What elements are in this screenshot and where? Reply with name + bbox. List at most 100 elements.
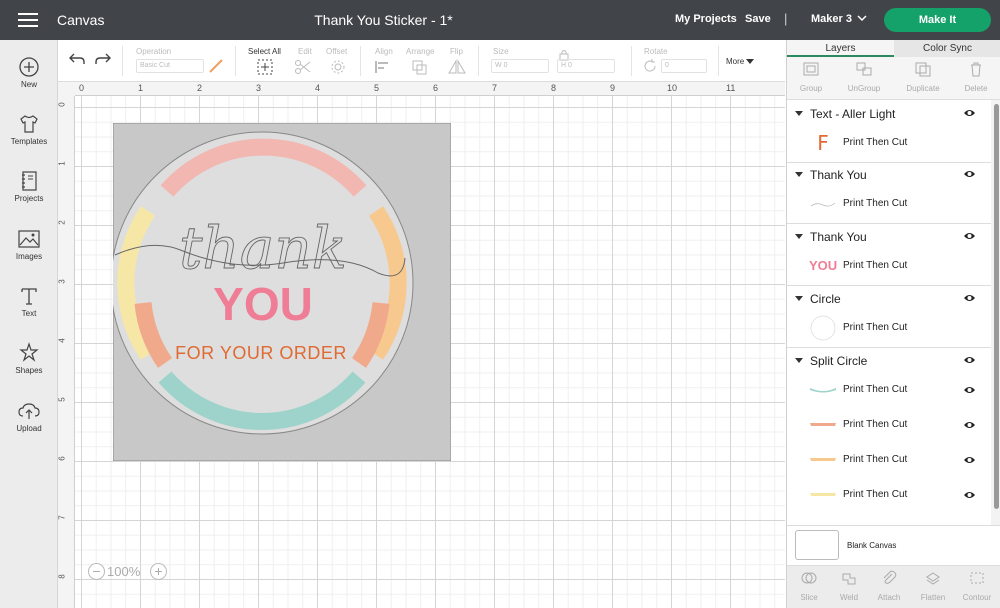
layer-group-thank-you-you[interactable]: Thank You xyxy=(787,225,991,249)
ruler-number: 7 xyxy=(492,83,498,93)
eye-icon[interactable] xyxy=(963,108,976,118)
layer-row[interactable]: YOU Print Then Cut xyxy=(787,249,991,283)
ruler-number: 0 xyxy=(79,83,85,93)
height-field[interactable]: H 0 xyxy=(557,59,615,73)
eye-icon[interactable] xyxy=(963,385,976,395)
duplicate-label: Duplicate xyxy=(906,84,940,93)
eye-icon[interactable] xyxy=(963,355,976,365)
layer-row[interactable]: Print Then Cut xyxy=(787,187,991,221)
sidebar-item-images[interactable]: Images xyxy=(0,228,58,278)
arrange-icon[interactable] xyxy=(411,59,431,75)
canvas-grid[interactable]: thank YOU FOR YOUR ORDER xyxy=(75,96,785,608)
you-text: YOU xyxy=(213,278,313,330)
layers-scrollbar[interactable] xyxy=(991,100,1000,525)
contour-button[interactable]: Contour xyxy=(955,570,999,602)
group-button[interactable]: Group xyxy=(789,61,833,93)
offset-icon[interactable] xyxy=(330,59,346,75)
flatten-button[interactable]: Flatten xyxy=(911,570,955,602)
duplicate-icon xyxy=(915,62,931,77)
eye-icon[interactable] xyxy=(963,169,976,179)
layer-row[interactable]: Print Then Cut xyxy=(787,478,991,512)
layer-operation-label: Print Then Cut xyxy=(843,384,908,395)
layer-group-thank-you-script[interactable]: Thank You xyxy=(787,163,991,187)
canvas-area[interactable]: 0 1 2 3 4 5 6 7 8 9 10 11 0 1 2 3 4 5 6 … xyxy=(58,82,785,608)
delete-button[interactable]: Delete xyxy=(954,61,998,93)
zoom-control: − 100% + xyxy=(88,562,168,582)
ungroup-button[interactable]: UnGroup xyxy=(842,61,886,93)
layer-row[interactable]: Print Then Cut xyxy=(787,311,991,345)
redo-icon[interactable] xyxy=(94,52,112,66)
sticker-design[interactable]: thank YOU FOR YOUR ORDER xyxy=(113,123,451,461)
sidebar-item-upload[interactable]: Upload xyxy=(0,400,58,450)
caret-down-icon[interactable] xyxy=(795,296,803,301)
weld-button[interactable]: Weld xyxy=(827,570,871,602)
make-it-button[interactable]: Make It xyxy=(884,8,991,32)
select-all-label: Select All xyxy=(248,47,281,56)
layer-list: Text - Aller Light F Print Then Cut Than… xyxy=(787,100,991,525)
blank-canvas-row[interactable]: Blank Canvas xyxy=(787,525,1000,565)
operation-select[interactable]: Basic Cut xyxy=(136,59,204,73)
caret-down-icon[interactable] xyxy=(795,234,803,239)
ruler-number: 2 xyxy=(197,83,203,93)
layer-row[interactable]: F Print Then Cut xyxy=(787,126,991,160)
eye-icon[interactable] xyxy=(963,420,976,430)
chevron-down-icon[interactable] xyxy=(857,13,867,23)
duplicate-button[interactable]: Duplicate xyxy=(901,61,945,93)
zoom-in-button[interactable]: + xyxy=(150,563,167,580)
caret-down-icon[interactable] xyxy=(746,59,754,65)
tab-color-sync[interactable]: Color Sync xyxy=(894,40,1000,57)
rotate-icon[interactable] xyxy=(643,59,657,73)
undo-icon[interactable] xyxy=(68,52,86,66)
weld-icon xyxy=(842,573,856,585)
eye-icon[interactable] xyxy=(963,293,976,303)
shirt-icon xyxy=(20,115,38,133)
rotate-field[interactable]: 0 xyxy=(661,59,707,73)
sidebar-item-projects[interactable]: Projects xyxy=(0,170,58,220)
layer-operation-label: Print Then Cut xyxy=(843,322,908,333)
attach-button[interactable]: Attach xyxy=(867,570,911,602)
machine-select[interactable]: Maker 3 xyxy=(811,13,852,25)
layer-row[interactable]: Print Then Cut xyxy=(787,373,991,407)
pen-color-icon[interactable] xyxy=(208,58,224,74)
sidebar-item-new[interactable]: New xyxy=(0,56,58,106)
align-label: Align xyxy=(375,47,393,56)
sidebar-item-templates[interactable]: Templates xyxy=(0,113,58,163)
sidebar-item-text[interactable]: Text xyxy=(0,285,58,335)
caret-down-icon[interactable] xyxy=(795,172,803,177)
flip-icon[interactable] xyxy=(447,59,467,75)
select-all-icon[interactable] xyxy=(257,59,273,75)
eye-icon[interactable] xyxy=(963,231,976,241)
document-title[interactable]: Thank You Sticker - 1* xyxy=(0,12,767,28)
more-button[interactable]: More xyxy=(726,57,744,66)
caret-down-icon[interactable] xyxy=(795,111,803,116)
width-field[interactable]: W 0 xyxy=(491,59,549,73)
ruler-number: 4 xyxy=(315,83,321,93)
sidebar-item-shapes[interactable]: Shapes xyxy=(0,342,58,392)
caret-down-icon[interactable] xyxy=(795,358,803,363)
height-value: 0 xyxy=(568,62,572,69)
app-window: Canvas Thank You Sticker - 1* My Project… xyxy=(0,0,1000,608)
layer-group-name: Split Circle xyxy=(810,354,868,368)
layers-panel: Layers Color Sync Group UnGroup Duplicat… xyxy=(786,40,1000,608)
align-icon[interactable] xyxy=(374,59,394,75)
my-projects-link[interactable]: My Projects xyxy=(675,13,737,25)
eye-icon[interactable] xyxy=(963,455,976,465)
save-button[interactable]: Save xyxy=(745,13,771,25)
zoom-level: 100% xyxy=(107,564,141,579)
tab-layers[interactable]: Layers xyxy=(787,40,894,57)
blank-canvas-swatch[interactable] xyxy=(795,530,839,560)
layer-row[interactable]: Print Then Cut xyxy=(787,408,991,442)
thank-script-text: thank xyxy=(179,214,347,282)
ruler-number: 6 xyxy=(433,83,439,93)
scissors-icon[interactable] xyxy=(294,59,312,75)
layer-row[interactable]: Print Then Cut xyxy=(787,443,991,477)
layer-group-text[interactable]: Text - Aller Light xyxy=(787,102,991,126)
ruler-number: 2 xyxy=(58,220,67,225)
zoom-out-button[interactable]: − xyxy=(88,563,105,580)
layer-group-circle[interactable]: Circle xyxy=(787,287,991,311)
height-label: H xyxy=(561,62,567,69)
eye-icon[interactable] xyxy=(963,490,976,500)
layer-group-split-circle[interactable]: Split Circle xyxy=(787,349,991,373)
scrollbar-thumb[interactable] xyxy=(994,104,999,509)
slice-button[interactable]: Slice xyxy=(787,570,831,602)
